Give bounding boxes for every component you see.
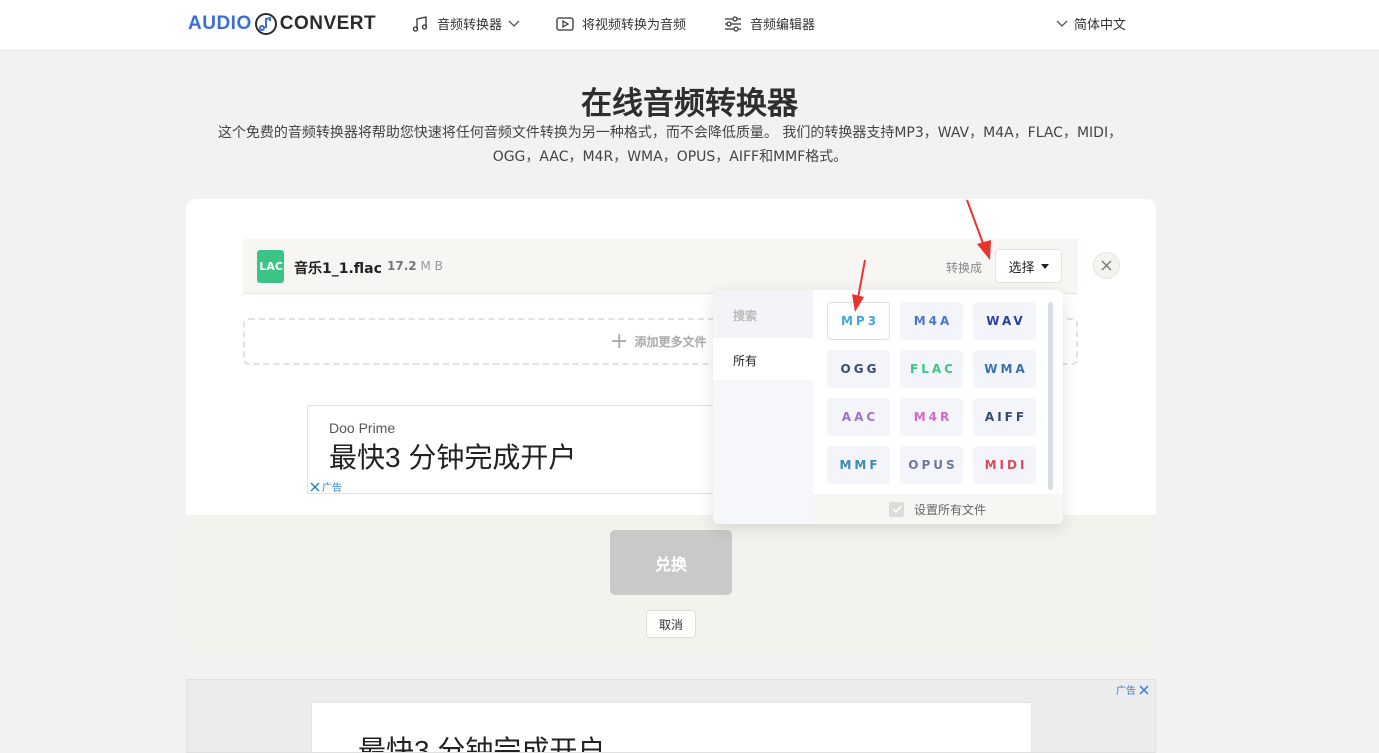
close-icon: [310, 481, 320, 492]
language-selector[interactable]: 简体中文: [1056, 14, 1126, 33]
chevron-down-icon: [1056, 20, 1068, 27]
check-icon: [891, 505, 902, 513]
ad-banner-bottom[interactable]: 广告 最快3 分钟完成开户: [186, 679, 1156, 753]
format-dropdown: 搜索 所有 MP3 M4A WAV OGG FLAC WMA AAC M4R AIFF MMF OP…: [713, 290, 1063, 524]
flac-file-icon: LAC: [257, 250, 284, 283]
dropdown-scrollbar[interactable]: [1048, 302, 1053, 490]
logo-text-left: AUDIO: [188, 13, 252, 34]
play-box-icon: [556, 16, 574, 31]
logo-text-right: CONVERT: [279, 13, 377, 34]
format-option-aac[interactable]: AAC: [827, 398, 890, 436]
format-option-mmf[interactable]: MMF: [827, 446, 890, 484]
format-select-label: 选择: [1008, 260, 1035, 276]
file-row: LAC 音乐1_1.flac 17.2 M B 转换成 选择: [243, 239, 1078, 294]
nav-audio-converter-label: 音频转换器: [437, 18, 503, 33]
logo-note-icon: [254, 13, 277, 35]
format-option-ogg[interactable]: OGG: [827, 350, 890, 388]
apply-all-files-option[interactable]: 设置所有文件: [813, 494, 1063, 524]
ad-headline: 最快3 分钟完成开户: [329, 442, 577, 473]
music-note-icon: [412, 15, 428, 32]
sliders-icon: [725, 15, 741, 32]
format-option-midi[interactable]: MIDI: [973, 446, 1036, 484]
ad-brand: Doo Prime: [329, 420, 396, 436]
plus-icon: +: [610, 328, 629, 354]
nav-audio-converter[interactable]: 音频转换器: [411, 14, 528, 33]
caret-down-icon: [1040, 263, 1049, 269]
format-option-opus[interactable]: OPUS: [900, 446, 963, 484]
close-icon: [1139, 684, 1149, 695]
checkbox[interactable]: [889, 501, 904, 517]
file-name: 音乐1_1.flac: [294, 261, 382, 277]
file-size: 17.2 M B: [387, 259, 443, 273]
format-search-input[interactable]: 搜索: [713, 290, 813, 338]
top-header: AUDIO CONVERT 音频转换器 将视频转换为音频 音频编辑器 简体中文: [0, 0, 1379, 51]
convert-button[interactable]: 兑换: [610, 530, 732, 595]
format-option-wav[interactable]: WAV: [973, 302, 1036, 340]
ad-headline: 最快3 分钟完成开户: [358, 735, 606, 753]
format-option-aiff[interactable]: AIFF: [973, 398, 1036, 436]
language-label: 简体中文: [1074, 18, 1127, 33]
ad-banner-top[interactable]: Doo Prime 最快3 分钟完成开户 广告: [307, 405, 727, 494]
format-option-m4r[interactable]: M4R: [900, 398, 963, 436]
format-option-m4a[interactable]: M4A: [900, 302, 963, 340]
site-logo[interactable]: AUDIO CONVERT: [188, 10, 376, 38]
ad-tag[interactable]: 广告: [310, 479, 342, 494]
page-title: 在线音频转换器: [581, 86, 798, 122]
format-option-wma[interactable]: WMA: [973, 350, 1036, 388]
format-select-button[interactable]: 选择: [995, 249, 1062, 283]
chevron-down-icon: [508, 20, 520, 27]
ad-tag[interactable]: 广告: [1116, 682, 1149, 697]
annotation-arrow-select: [966, 199, 991, 260]
nav-video-to-audio-label: 将视频转换为音频: [582, 18, 687, 33]
cancel-button[interactable]: 取消: [646, 610, 696, 638]
nav-audio-editor[interactable]: 音频编辑器: [724, 14, 815, 33]
nav-audio-editor-label: 音频编辑器: [750, 18, 816, 33]
remove-file-button[interactable]: [1093, 252, 1120, 279]
annotation-arrow-mp3: [852, 259, 866, 312]
close-icon: [1101, 260, 1112, 271]
nav-video-to-audio[interactable]: 将视频转换为音频: [556, 14, 686, 33]
category-all[interactable]: 所有: [713, 338, 813, 380]
add-more-label: 添加更多文件: [634, 335, 707, 349]
page-description: 这个免费的音频转换器将帮助您快速将任何音频文件转换为另一种格式，而不会降低质量。…: [217, 125, 1123, 165]
apply-all-label: 设置所有文件: [914, 502, 987, 517]
format-option-flac[interactable]: FLAC: [900, 350, 963, 388]
